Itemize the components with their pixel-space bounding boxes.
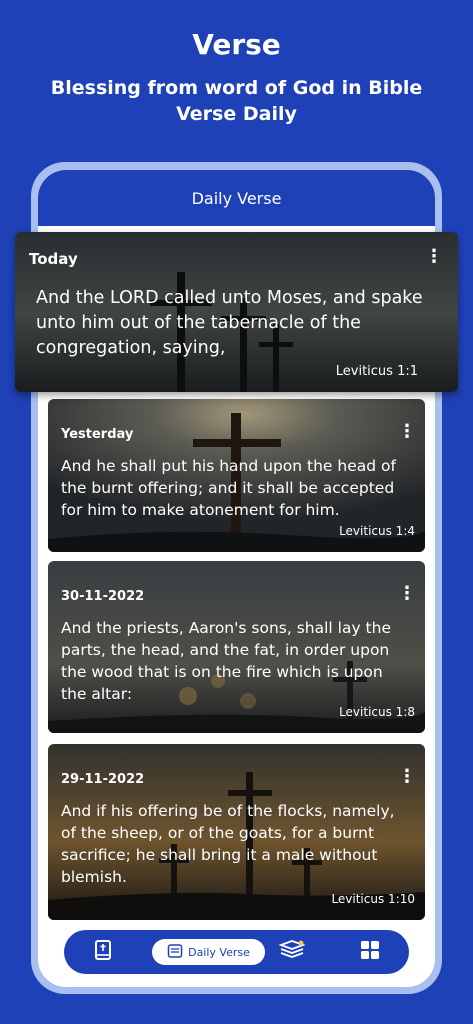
verse-card-29-11-2022[interactable]: 29-11-2022 ⋮ And if his offering be of t… [48, 744, 425, 920]
app-header-title: Daily Verse [191, 189, 282, 208]
verse-date: 29-11-2022 [61, 772, 145, 787]
books-stack-icon [278, 939, 306, 965]
verse-text: And if his offering be of the flocks, na… [61, 802, 395, 886]
more-options-icon[interactable]: ⋮ [424, 248, 444, 266]
verse-date: 30-11-2022 [61, 589, 145, 604]
bible-book-icon [93, 939, 113, 965]
promo-subtitle: Blessing from word of God in Bible Verse… [50, 77, 423, 125]
verse-reference: Leviticus 1:8 [339, 705, 415, 719]
verse-reference: Leviticus 1:4 [339, 524, 415, 538]
nav-daily-verse[interactable]: Daily Verse [152, 939, 265, 965]
verse-reference: Leviticus 1:10 [331, 892, 415, 906]
promo-title: Verse [192, 28, 281, 61]
verse-card-today[interactable]: Today ⋮ And the LORD called unto Moses, … [15, 232, 458, 392]
more-options-icon[interactable]: ⋮ [397, 585, 417, 603]
more-options-icon[interactable]: ⋮ [397, 768, 417, 786]
verse-text: And he shall put his hand upon the head … [61, 457, 396, 519]
verse-card-30-11-2022[interactable]: 30-11-2022 ⋮ And the priests, Aaron's so… [48, 561, 425, 733]
verse-reference: Leviticus 1:1 [335, 364, 418, 379]
nav-bible[interactable] [91, 940, 115, 964]
daily-verse-icon [167, 943, 183, 962]
verse-date: Today [29, 250, 78, 268]
nav-library[interactable] [277, 940, 307, 964]
bottom-navigation-bar: Daily Verse [64, 930, 409, 974]
app-header: Daily Verse [38, 170, 435, 226]
verse-text: And the LORD called unto Moses, and spak… [36, 288, 423, 358]
grid-apps-icon [360, 940, 380, 964]
more-options-icon[interactable]: ⋮ [397, 423, 417, 441]
nav-daily-verse-label: Daily Verse [188, 945, 250, 959]
nav-more[interactable] [358, 940, 382, 964]
verse-text: And the priests, Aaron's sons, shall lay… [61, 619, 391, 703]
verse-date: Yesterday [61, 427, 134, 442]
verse-card-yesterday[interactable]: Yesterday ⋮ And he shall put his hand up… [48, 399, 425, 552]
